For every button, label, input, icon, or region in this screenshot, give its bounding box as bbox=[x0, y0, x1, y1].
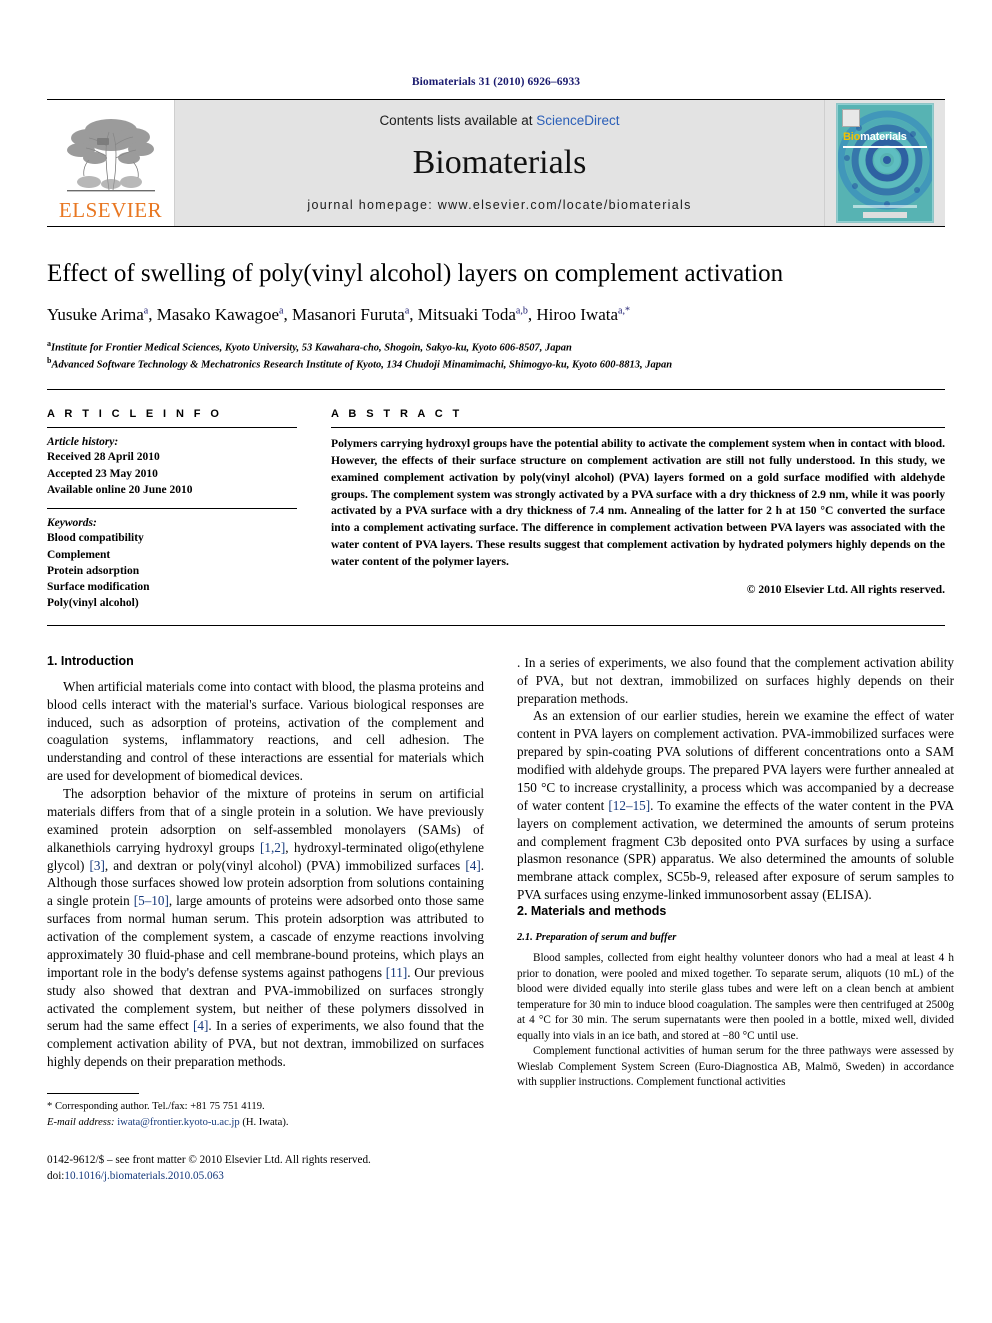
article-history-label: Article history: bbox=[47, 436, 119, 449]
history-online: Available online 20 June 2010 bbox=[47, 483, 193, 496]
affiliation-b: bAdvanced Software Technology & Mechatro… bbox=[47, 355, 945, 373]
masthead-cover-block: Biomaterials bbox=[824, 100, 945, 226]
keyword-item: Protein adsorption bbox=[47, 564, 140, 577]
corresponding-author-note: * Corresponding author. Tel./fax: +81 75… bbox=[47, 1101, 265, 1113]
citation-link[interactable]: [12–15] bbox=[608, 798, 650, 813]
para-text: , and dextran or poly(vinyl alcohol) (PV… bbox=[104, 857, 466, 873]
abstract-rule bbox=[331, 427, 945, 429]
page-title: Effect of swelling of poly(vinyl alcohol… bbox=[47, 260, 784, 287]
contents-prefix: Contents lists available at bbox=[379, 113, 537, 128]
email-link[interactable]: iwata@frontier.kyoto-u.ac.jp bbox=[117, 1117, 239, 1128]
author-affil-marker: a,* bbox=[618, 304, 630, 316]
email-note: E-mail address: iwata@frontier.kyoto-u.a… bbox=[47, 1115, 484, 1130]
author-name: Masako Kawagoe bbox=[156, 304, 280, 324]
author-affil-marker: a bbox=[279, 304, 284, 316]
elsevier-tree-icon bbox=[66, 119, 155, 192]
abstract-copyright: © 2010 Elsevier Ltd. All rights reserved… bbox=[746, 582, 945, 596]
title-block: Effect of swelling of poly(vinyl alcohol… bbox=[47, 227, 945, 373]
keyword-item: Poly(vinyl alcohol) bbox=[47, 597, 139, 610]
masthead-center: Contents lists available at ScienceDirec… bbox=[175, 100, 824, 226]
abstract-column: A B S T R A C T Polymers carrying hydrox… bbox=[331, 408, 945, 612]
subsection-heading-serum-buffer: 2.1. Preparation of serum and buffer bbox=[517, 932, 677, 944]
article-info-column: A R T I C L E I N F O Article history: R… bbox=[47, 408, 297, 612]
history-accepted: Accepted 23 May 2010 bbox=[47, 467, 158, 480]
journal-homepage[interactable]: journal homepage: www.elsevier.com/locat… bbox=[307, 198, 691, 212]
author-item: Mitsuaki Todaa,b bbox=[418, 305, 528, 324]
info-abstract-row: A R T I C L E I N F O Article history: R… bbox=[47, 390, 945, 612]
cover-footer-block bbox=[863, 212, 907, 218]
section-heading-materials-methods: 2. Materials and methods bbox=[517, 904, 667, 919]
elsevier-wordmark: ELSEVIER bbox=[58, 198, 163, 222]
right-column: . In a series of experiments, we also fo… bbox=[517, 654, 954, 1185]
intro-paragraph-2: The adsorption behavior of the mixture o… bbox=[47, 785, 484, 1071]
author-name: Mitsuaki Toda bbox=[417, 304, 516, 324]
cover-title-underline bbox=[843, 146, 927, 148]
abstract-text: Polymers carrying hydroxyl groups have t… bbox=[331, 437, 945, 568]
author-item: Masanori Furutaa bbox=[292, 305, 409, 324]
para-text: . In a series of experiments, we also fo… bbox=[517, 654, 954, 706]
sciencedirect-link[interactable]: ScienceDirect bbox=[536, 113, 619, 128]
cover-footer-rule bbox=[853, 205, 917, 208]
keywords-rule bbox=[47, 508, 297, 510]
author-name: Masanori Furuta bbox=[291, 304, 405, 324]
author-name: Yusuke Arima bbox=[47, 304, 144, 324]
affiliation-text: Institute for Frontier Medical Sciences,… bbox=[51, 342, 572, 354]
keywords-label: Keywords: bbox=[47, 517, 97, 530]
abstract-heading: A B S T R A C T bbox=[331, 408, 463, 421]
doi-link[interactable]: 10.1016/j.biomaterials.2010.05.063 bbox=[64, 1170, 223, 1182]
imprint-block: 0142-9612/$ – see front matter © 2010 El… bbox=[47, 1152, 484, 1184]
affiliation-text: Advanced Software Technology & Mechatron… bbox=[51, 359, 673, 371]
elsevier-logo-block: ELSEVIER bbox=[47, 100, 175, 226]
article-info-heading: A R T I C L E I N F O bbox=[47, 408, 223, 421]
email-label: E-mail address: bbox=[47, 1116, 115, 1128]
author-list: Yusuke Arimaa, Masako Kawagoea, Masanori… bbox=[47, 304, 630, 324]
author-item: Yusuke Arimaa bbox=[47, 305, 148, 324]
keyword-item: Surface modification bbox=[47, 581, 150, 594]
methods-paragraph-1: Blood samples, collected from eight heal… bbox=[517, 952, 954, 1042]
para-text: . To examine the effects of the water co… bbox=[517, 797, 955, 903]
imprint-line: 0142-9612/$ – see front matter © 2010 El… bbox=[47, 1153, 371, 1166]
author-affil-marker: a bbox=[143, 304, 149, 316]
footnote-rule bbox=[47, 1093, 139, 1095]
citation-link[interactable]: [4] bbox=[465, 858, 480, 873]
paper-page: Biomaterials 31 (2010) 6926–6933 ELSEVIE… bbox=[0, 0, 992, 1323]
citation-link[interactable]: [5–10] bbox=[134, 893, 169, 908]
running-head: Biomaterials 31 (2010) 6926–6933 bbox=[411, 76, 581, 88]
methods-paragraph-2: Complement functional activities of huma… bbox=[517, 1045, 954, 1089]
intro-paragraph-3: As an extension of our earlier studies, … bbox=[517, 707, 954, 904]
doi-line: doi:10.1016/j.biomaterials.2010.05.063 bbox=[47, 1168, 484, 1184]
cover-title-materials: materials bbox=[860, 131, 907, 143]
citation-link[interactable]: [3] bbox=[89, 858, 104, 873]
doi-label: doi: bbox=[47, 1170, 65, 1183]
citation-link[interactable]: [11] bbox=[386, 965, 407, 980]
cover-title: Biomaterials bbox=[843, 131, 907, 143]
journal-cover-thumbnail: Biomaterials bbox=[836, 103, 934, 223]
body-columns: 1. Introduction When artificial material… bbox=[47, 626, 954, 1185]
cover-title-bio: Bio bbox=[843, 131, 861, 143]
affiliations: aInstitute for Frontier Medical Sciences… bbox=[47, 338, 945, 373]
article-info-rule bbox=[47, 427, 297, 429]
author-affil-marker: a,b bbox=[515, 304, 528, 316]
journal-masthead: ELSEVIER Contents lists available at Sci… bbox=[47, 100, 945, 227]
keyword-item: Complement bbox=[47, 548, 111, 561]
email-suffix: (H. Iwata). bbox=[239, 1116, 289, 1128]
author-item: Masako Kawagoea bbox=[157, 305, 284, 324]
citation-link[interactable]: [4] bbox=[193, 1018, 208, 1033]
cover-publisher-badge bbox=[842, 109, 860, 127]
citation-link[interactable]: [1,2] bbox=[260, 840, 285, 855]
intro-paragraph-2-continued: . In a series of experiments, we also fo… bbox=[517, 654, 954, 708]
journal-title: Biomaterials bbox=[412, 144, 587, 181]
author-name: Hiroo Iwata bbox=[536, 304, 619, 324]
section-heading-introduction: 1. Introduction bbox=[47, 653, 134, 668]
author-affil-marker: a bbox=[404, 304, 410, 316]
author-item: Hiroo Iwataa,* bbox=[536, 305, 630, 324]
contents-available-line: Contents lists available at ScienceDirec… bbox=[379, 113, 619, 128]
intro-paragraph-1: When artificial materials come into cont… bbox=[47, 678, 484, 784]
keyword-item: Blood compatibility bbox=[47, 532, 144, 545]
affiliation-a: aInstitute for Frontier Medical Sciences… bbox=[47, 338, 945, 356]
left-column: 1. Introduction When artificial material… bbox=[47, 654, 484, 1185]
history-received: Received 28 April 2010 bbox=[47, 451, 160, 464]
